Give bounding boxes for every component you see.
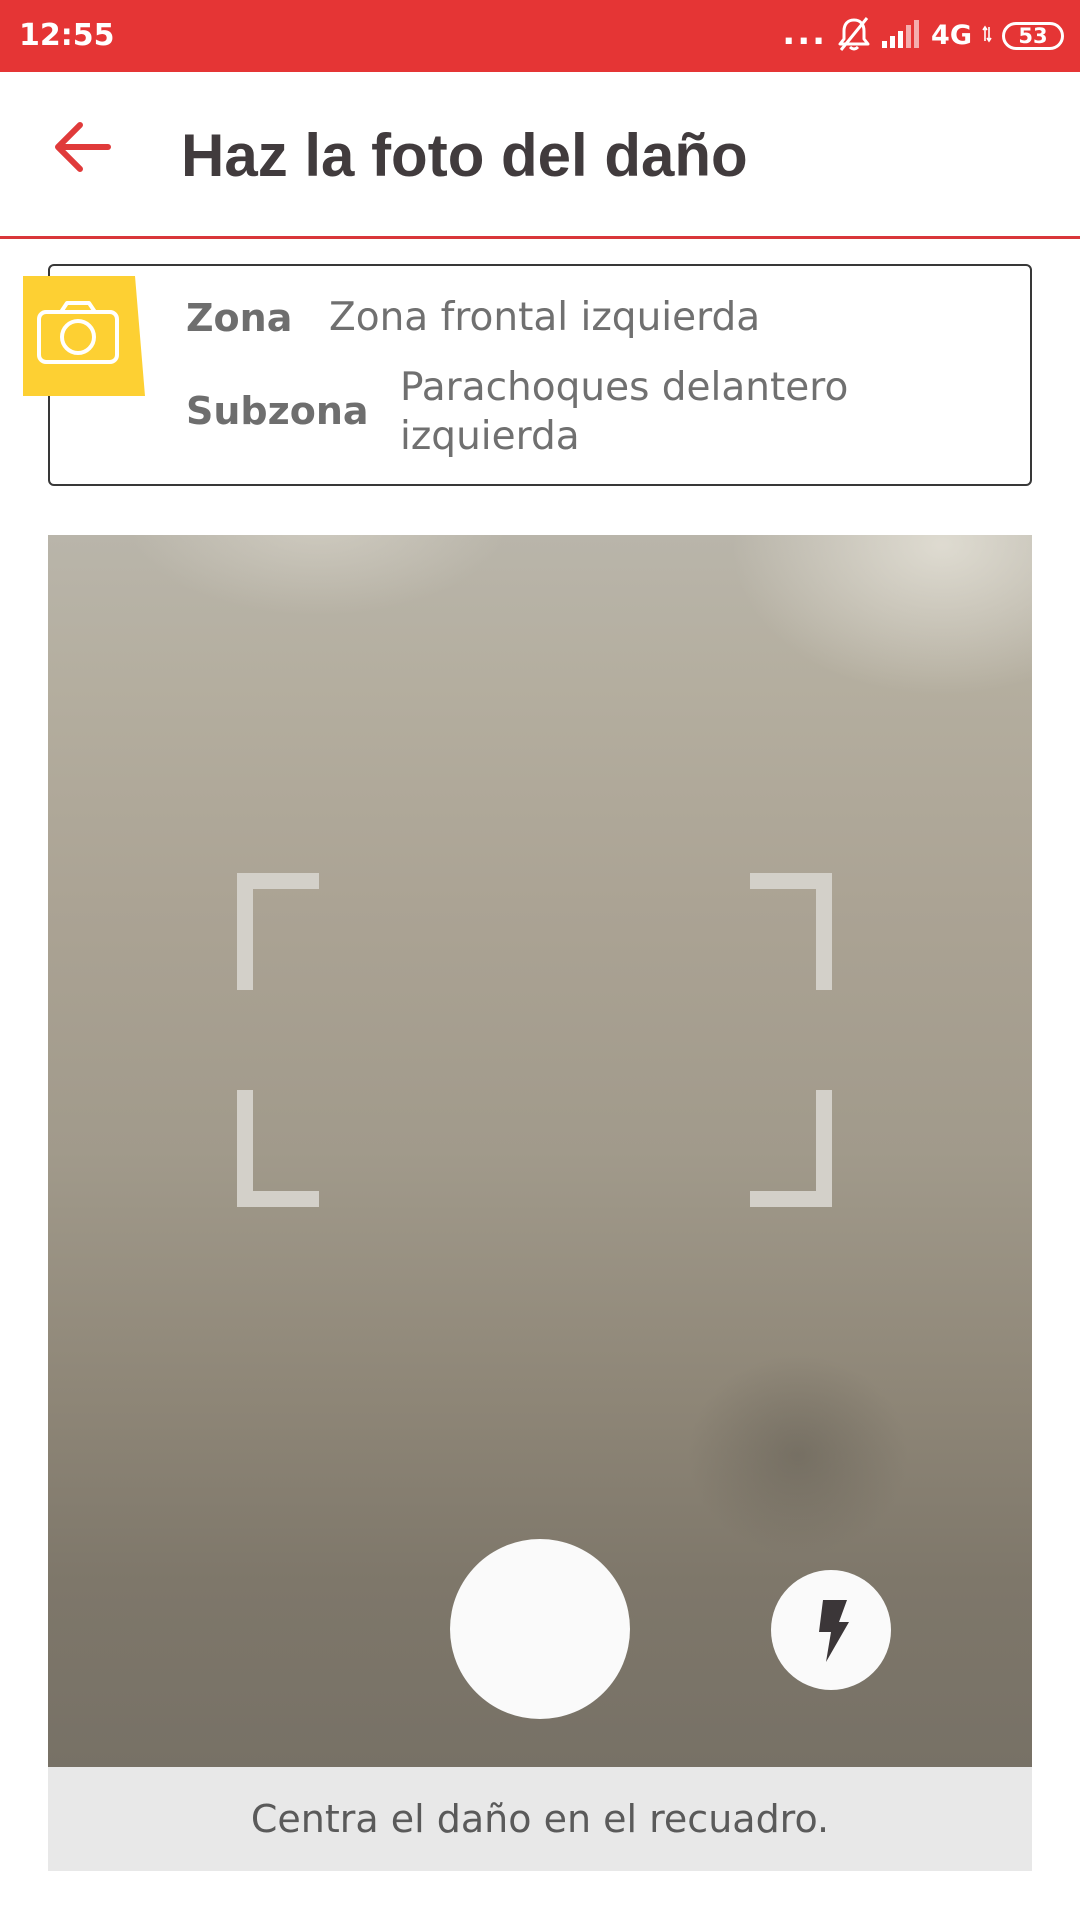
zona-value: Zona frontal izquierda: [329, 295, 761, 340]
subzona-value-line1: Parachoques delantero: [400, 365, 849, 410]
hint-text: Centra el daño en el recuadro.: [250, 1797, 830, 1841]
more-notifications-dots: ...: [782, 13, 828, 53]
camera-badge: [23, 276, 145, 396]
status-time: 12:55: [19, 18, 115, 53]
subzona-value-line2: izquierda: [400, 414, 580, 459]
back-button[interactable]: [50, 117, 120, 177]
notifications-off-icon: [837, 16, 871, 57]
signal-icon: [881, 19, 921, 54]
data-arrows-icon: [982, 25, 992, 48]
zona-label: Zona: [186, 296, 293, 340]
network-type: 4G: [931, 20, 972, 51]
hint-bar: Centra el daño en el recuadro.: [48, 1767, 1032, 1871]
arrow-left-icon: [55, 122, 111, 172]
camera-preview[interactable]: [48, 535, 1032, 1767]
subzona-label: Subzona: [186, 389, 369, 433]
battery-icon: 53: [1002, 22, 1064, 50]
flash-button[interactable]: [771, 1570, 891, 1690]
status-bar: 12:55 ... 4G 53: [0, 0, 1080, 72]
app-header: Haz la foto del daño: [0, 72, 1080, 239]
status-icons: ... 4G 53: [782, 14, 1064, 58]
shutter-button[interactable]: [450, 1539, 630, 1719]
page-title: Haz la foto del daño: [181, 122, 748, 189]
flash-icon: [819, 1600, 849, 1662]
